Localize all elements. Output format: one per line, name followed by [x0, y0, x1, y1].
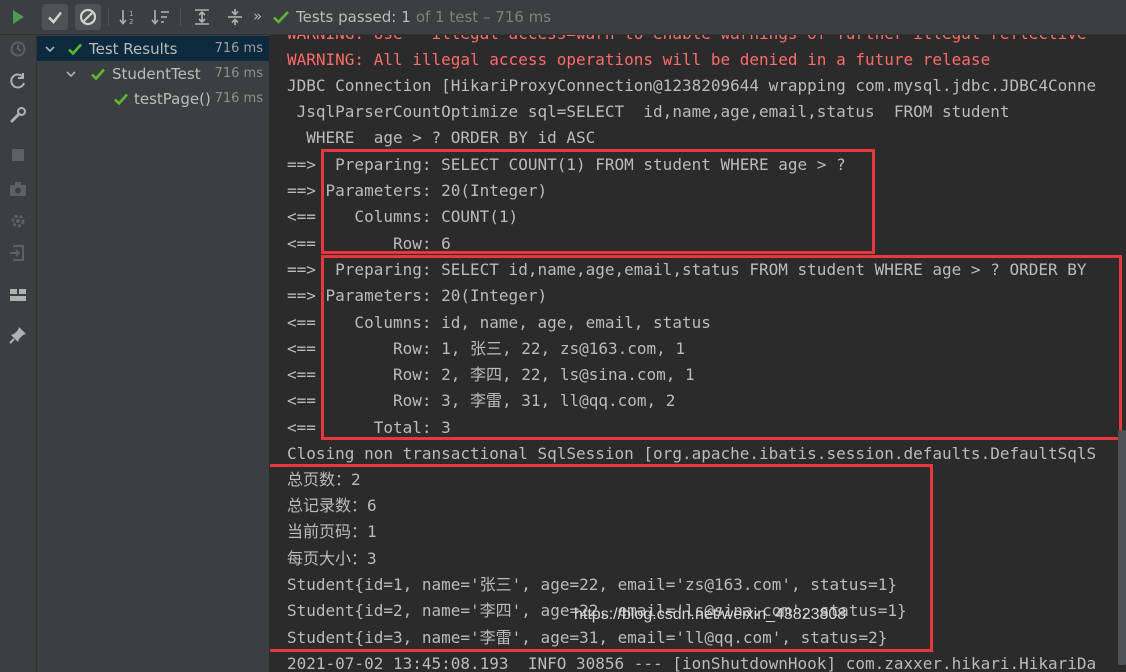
- layout-button[interactable]: [8, 285, 28, 305]
- collapse-all-button[interactable]: [222, 4, 248, 30]
- rerun-button[interactable]: [5, 4, 31, 30]
- chevron-down-icon[interactable]: [44, 43, 56, 55]
- tree-item-test-results[interactable]: Test Results 716 ms: [37, 36, 269, 61]
- stop-button[interactable]: [8, 145, 28, 165]
- gear-icon: [11, 214, 25, 228]
- show-passed-toggle[interactable]: [42, 4, 68, 30]
- sort-alpha-icon: 1 2: [119, 10, 133, 26]
- console-line: WARNING: Use --illegal-access=warn to en…: [287, 35, 1087, 47]
- status-passed-label: Tests passed:: [296, 8, 397, 26]
- export-icon: [10, 245, 24, 261]
- watermark-text: https://blog.csdn.net/weixin_43823808: [574, 606, 847, 623]
- status-passed-count: 1: [401, 8, 411, 26]
- console-line: JsqlParserCountOptimize sql=SELECT id,na…: [287, 102, 1010, 121]
- tree-item-label: testPage(): [134, 89, 211, 108]
- layout-icon: [10, 289, 26, 301]
- console-scrollbar[interactable]: [1118, 430, 1126, 665]
- sort-by-duration-button[interactable]: [148, 4, 174, 30]
- test-results-tree: Test Results 716 ms StudentTest 716 ms t…: [37, 35, 270, 672]
- status-summary: of 1 test – 716 ms: [415, 8, 552, 26]
- run-icon: [13, 10, 24, 24]
- toolbar-divider: [108, 8, 109, 26]
- passed-check-icon: [114, 93, 128, 105]
- passed-check-icon: [68, 43, 82, 55]
- console-line: 2021-07-02 13:45:08.193 INFO 30856 --- […: [287, 654, 1097, 672]
- tree-item-studenttest[interactable]: StudentTest 716 ms: [37, 61, 269, 86]
- console-line: WHERE age > ? ORDER BY id ASC: [287, 128, 596, 147]
- tree-item-duration: 716 ms: [214, 91, 263, 106]
- settings-button[interactable]: [8, 105, 28, 125]
- svg-text:2: 2: [129, 18, 133, 26]
- wrench-icon: [10, 107, 26, 123]
- tree-item-testpage[interactable]: testPage() 716 ms: [37, 86, 269, 111]
- highlight-box-select-query: [321, 255, 1122, 440]
- console-line: WARNING: All illegal access operations w…: [287, 50, 991, 69]
- rerun-icon: [10, 73, 25, 89]
- passed-check-icon: [91, 68, 105, 80]
- pin-icon: [9, 327, 26, 344]
- tree-item-duration: 716 ms: [214, 41, 263, 56]
- test-runner-toolbar: 1 2 » Tests passed: 1 of 1 test – 716 ms: [0, 0, 1126, 35]
- expand-all-button[interactable]: [189, 4, 215, 30]
- thread-dump-button[interactable]: [8, 179, 28, 199]
- passed-check-icon: [273, 11, 289, 24]
- show-ignored-toggle[interactable]: [75, 4, 101, 30]
- sort-alphabetically-button[interactable]: 1 2: [116, 4, 142, 30]
- left-tool-gutter: [0, 35, 37, 672]
- stop-icon: [12, 149, 24, 161]
- console-line: JDBC Connection [HikariProxyConnection@1…: [287, 76, 1097, 95]
- console-output[interactable]: WARNING: Use --illegal-access=warn to en…: [270, 35, 1126, 672]
- history-button[interactable]: [8, 39, 28, 59]
- rerun-failed-button[interactable]: [8, 71, 28, 91]
- more-actions-chevron[interactable]: »: [253, 7, 262, 25]
- toolbar-divider: [180, 8, 181, 26]
- check-icon: [48, 11, 63, 24]
- sort-duration-icon: [151, 10, 169, 25]
- export-button[interactable]: [8, 243, 28, 263]
- test-status: Tests passed: 1 of 1 test – 716 ms: [272, 0, 551, 34]
- pin-tab-button[interactable]: [8, 325, 28, 345]
- history-icon: [10, 41, 26, 57]
- ignored-icon: [79, 8, 97, 26]
- tree-item-label: Test Results: [89, 39, 178, 58]
- tree-item-label: StudentTest: [112, 64, 201, 83]
- tree-item-duration: 716 ms: [214, 66, 263, 81]
- collapse-all-icon: [228, 9, 242, 25]
- expand-all-icon: [195, 9, 209, 25]
- svg-text:1: 1: [129, 10, 133, 18]
- debug-settings-button[interactable]: [8, 211, 28, 231]
- highlight-box-count-query: [321, 149, 875, 254]
- camera-icon: [10, 182, 26, 196]
- chevron-down-icon[interactable]: [65, 68, 77, 80]
